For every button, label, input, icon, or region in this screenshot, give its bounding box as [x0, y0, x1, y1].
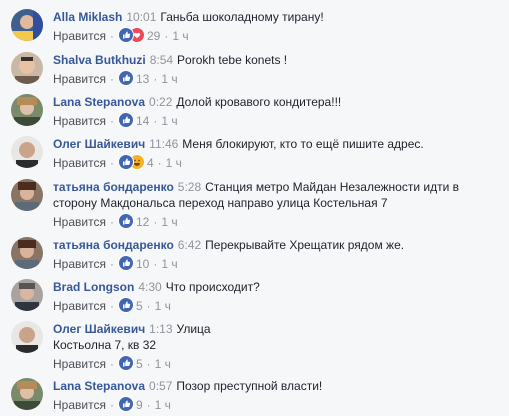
- comment-text: Ганьба шоколадному тирану!: [160, 10, 324, 24]
- like-button[interactable]: Нравится: [53, 72, 106, 86]
- like-reaction-icon[interactable]: [117, 154, 134, 170]
- like-button[interactable]: Нравится: [53, 114, 106, 128]
- comment-author[interactable]: татьяна бондаренко: [53, 180, 174, 194]
- comment-time[interactable]: 5:28: [178, 180, 201, 194]
- like-reaction-icon[interactable]: [117, 255, 134, 271]
- avatar[interactable]: [11, 9, 43, 41]
- comment-age[interactable]: 1 ч: [161, 257, 177, 271]
- comment-time[interactable]: 11:46: [149, 137, 178, 151]
- comment-author[interactable]: татьяна бондаренко: [53, 238, 174, 252]
- comment-text: Что происходит?: [165, 280, 260, 294]
- comment-text: Перекрывайте Хрещатик рядом же.: [205, 238, 405, 252]
- like-reaction-icon[interactable]: [117, 355, 134, 371]
- comment-time[interactable]: 8:54: [150, 53, 173, 67]
- avatar[interactable]: [11, 94, 43, 126]
- reaction-count[interactable]: 5: [136, 299, 143, 313]
- comment-age[interactable]: 1 ч: [155, 357, 171, 371]
- like-reaction-icon[interactable]: [117, 70, 134, 86]
- comment-text: Porokh tebe konets !: [177, 53, 288, 67]
- comment-author[interactable]: Lana Stepanova: [53, 95, 145, 109]
- comment-author[interactable]: Олег Шайкевич: [53, 322, 145, 336]
- avatar[interactable]: [11, 52, 43, 84]
- comment-age[interactable]: 1 ч: [161, 72, 177, 86]
- comment-age[interactable]: 1 ч: [161, 114, 177, 128]
- avatar[interactable]: [11, 179, 43, 211]
- comment-author[interactable]: Олег Шайкевич: [53, 137, 145, 151]
- comment-time[interactable]: 10:01: [126, 10, 156, 24]
- reaction-count[interactable]: 10: [136, 257, 149, 271]
- comment-time[interactable]: 0:22: [149, 95, 172, 109]
- comment-time[interactable]: 1:13: [149, 322, 172, 336]
- comment-text: Меня блокируют, кто то ещё пишите адрес.: [182, 137, 424, 151]
- comment-age[interactable]: 1 ч: [166, 156, 182, 170]
- comment-age[interactable]: 1 ч: [161, 215, 177, 229]
- like-reaction-icon[interactable]: [117, 112, 134, 128]
- reaction-count[interactable]: 5: [136, 357, 143, 371]
- comment-text: Станция метро Майдан Незалежности идти в: [205, 180, 459, 194]
- comment-time[interactable]: 0:57: [149, 379, 172, 393]
- like-reaction-icon[interactable]: [117, 297, 134, 313]
- reaction-count[interactable]: 9: [136, 398, 143, 412]
- comment-age[interactable]: 1 ч: [172, 29, 188, 43]
- comment-time[interactable]: 6:42: [178, 238, 201, 252]
- like-button[interactable]: Нравится: [53, 357, 106, 371]
- avatar[interactable]: [11, 279, 43, 311]
- reaction-count[interactable]: 14: [136, 114, 149, 128]
- like-reaction-icon[interactable]: [117, 396, 134, 412]
- comment-text: Позор преступной власти!: [176, 379, 323, 393]
- comment-author[interactable]: Alla Miklash: [53, 10, 122, 24]
- comment-time[interactable]: 4:30: [138, 280, 161, 294]
- avatar[interactable]: [11, 321, 43, 353]
- avatar[interactable]: [11, 136, 43, 168]
- reaction-count[interactable]: 12: [136, 215, 149, 229]
- comment-author[interactable]: Shalva Butkhuzi: [53, 53, 146, 67]
- like-reaction-icon[interactable]: [117, 27, 134, 43]
- comment-age[interactable]: 1 ч: [155, 299, 171, 313]
- comment-text-continued: сторону Макдональса переход направо улиц…: [53, 196, 388, 210]
- like-button[interactable]: Нравится: [53, 299, 106, 313]
- comment-text: Улица: [176, 322, 211, 336]
- like-button[interactable]: Нравится: [53, 257, 106, 271]
- avatar[interactable]: [11, 378, 43, 410]
- like-reaction-icon[interactable]: [117, 213, 134, 229]
- comment-text: Долой кровавого кондитера!!!: [176, 95, 342, 109]
- like-button[interactable]: Нравится: [53, 29, 106, 43]
- comment-age[interactable]: 1 ч: [155, 398, 171, 412]
- like-button[interactable]: Нравится: [53, 398, 106, 412]
- comment-text-continued: Костьолна 7, кв 32: [53, 338, 157, 352]
- comment-author[interactable]: Brad Longson: [53, 280, 134, 294]
- reaction-count[interactable]: 13: [136, 72, 149, 86]
- reaction-count[interactable]: 4: [147, 156, 154, 170]
- like-button[interactable]: Нравится: [53, 215, 106, 229]
- reaction-count[interactable]: 29: [147, 29, 160, 43]
- avatar[interactable]: [11, 237, 43, 269]
- comment-author[interactable]: Lana Stepanova: [53, 379, 145, 393]
- like-button[interactable]: Нравится: [53, 156, 106, 170]
